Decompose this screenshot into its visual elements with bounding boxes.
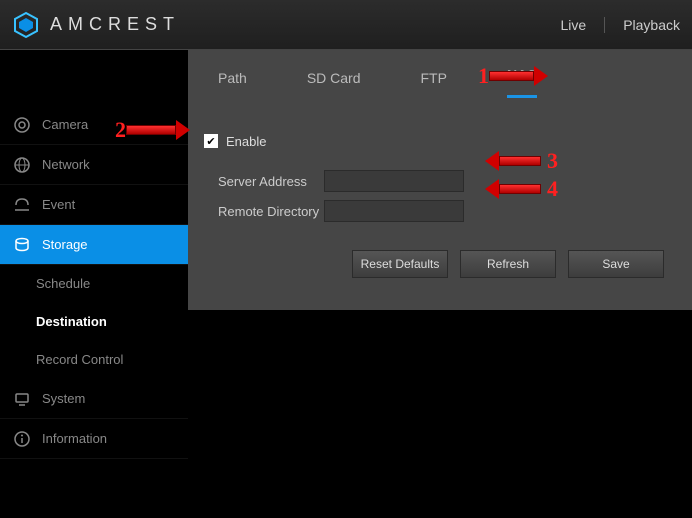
header-bar: AMCREST Live Playback xyxy=(0,0,692,50)
info-icon xyxy=(12,429,32,449)
reset-defaults-button[interactable]: Reset Defaults xyxy=(352,250,448,278)
sidebar-label: Event xyxy=(42,197,75,212)
tab-path[interactable]: Path xyxy=(218,70,247,98)
sidebar-item-network[interactable]: Network xyxy=(0,145,188,185)
lower-blank-panel xyxy=(188,310,692,518)
brand-logo: AMCREST xyxy=(12,11,180,39)
refresh-button[interactable]: Refresh xyxy=(460,250,556,278)
system-icon xyxy=(12,389,32,409)
main-panel: Path SD Card FTP NAS ✔ Enable Server Add… xyxy=(188,50,692,518)
tab-ftp[interactable]: FTP xyxy=(421,70,447,98)
tab-bar: Path SD Card FTP NAS xyxy=(188,50,692,98)
tab-nas[interactable]: NAS xyxy=(507,67,537,98)
sidebar-sub-record-control[interactable]: Record Control xyxy=(0,341,188,379)
storage-icon xyxy=(12,235,32,255)
remote-directory-label: Remote Directory xyxy=(204,204,324,219)
event-icon xyxy=(12,195,32,215)
brand-text: AMCREST xyxy=(50,14,180,35)
nas-form: ✔ Enable Server Address Remote Directory… xyxy=(188,98,692,278)
sidebar-item-camera[interactable]: Camera xyxy=(0,105,188,145)
camera-icon xyxy=(12,115,32,135)
tab-sd-card[interactable]: SD Card xyxy=(307,70,361,98)
nav-live[interactable]: Live xyxy=(561,17,587,33)
brand-logo-icon xyxy=(12,11,40,39)
enable-label: Enable xyxy=(226,134,266,149)
sidebar-item-information[interactable]: Information xyxy=(0,419,188,459)
sidebar-sub-schedule[interactable]: Schedule xyxy=(0,265,188,303)
sidebar-label: Information xyxy=(42,431,107,446)
button-row: Reset Defaults Refresh Save xyxy=(204,250,692,278)
sidebar-label: Storage xyxy=(42,237,88,252)
sidebar: Camera Network Event Storage Schedule De… xyxy=(0,50,188,518)
save-button[interactable]: Save xyxy=(568,250,664,278)
header-nav: Live Playback xyxy=(561,17,681,33)
nav-divider xyxy=(604,17,605,33)
sidebar-item-system[interactable]: System xyxy=(0,379,188,419)
sidebar-label: Network xyxy=(42,157,90,172)
sidebar-label: Camera xyxy=(42,117,88,132)
sidebar-sub-destination[interactable]: Destination xyxy=(0,303,188,341)
server-address-label: Server Address xyxy=(204,174,324,189)
sidebar-item-storage[interactable]: Storage xyxy=(0,225,188,265)
sidebar-label: System xyxy=(42,391,85,406)
remote-directory-input[interactable] xyxy=(324,200,464,222)
sidebar-item-event[interactable]: Event xyxy=(0,185,188,225)
server-address-input[interactable] xyxy=(324,170,464,192)
network-icon xyxy=(12,155,32,175)
nav-playback[interactable]: Playback xyxy=(623,17,680,33)
enable-checkbox[interactable]: ✔ xyxy=(204,134,218,148)
